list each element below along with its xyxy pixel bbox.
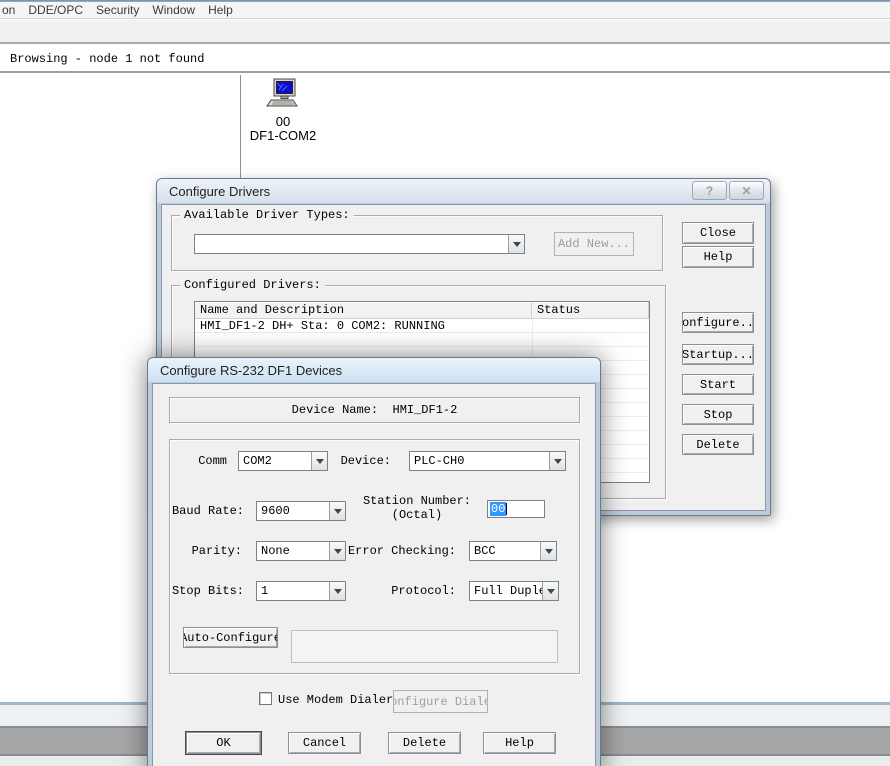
baud-rate-value: 9600 — [257, 502, 329, 520]
error-dropdown[interactable] — [540, 542, 556, 560]
chevron-down-icon — [513, 242, 521, 247]
configure-drivers-titlebar[interactable]: Configure Drivers — [157, 179, 770, 203]
driver-type-value — [195, 235, 508, 253]
comm-dropdown[interactable] — [311, 452, 327, 470]
configure-button[interactable]: Configure... — [682, 312, 754, 333]
column-header-name[interactable]: Name and Description — [195, 302, 532, 318]
network-node-df1-com2[interactable]: 00 DF1-COM2 — [246, 78, 320, 143]
menu-item-window[interactable]: Window — [152, 3, 195, 17]
station-number-selected-text: 00 — [490, 502, 506, 516]
auto-configure-button[interactable]: Auto-Configure — [183, 627, 278, 648]
df1-dialog-titlebar[interactable]: Configure RS-232 DF1 Devices — [148, 358, 600, 382]
stop-button[interactable]: Stop — [682, 404, 754, 425]
browse-status-bar: Browsing - node 1 not found — [0, 46, 890, 73]
df1-devices-dialog: Configure RS-232 DF1 Devices Device Name… — [147, 357, 601, 766]
start-button[interactable]: Start — [682, 374, 754, 395]
error-checking-value: BCC — [470, 542, 540, 560]
driver-type-combobox[interactable] — [194, 234, 525, 254]
use-modem-dialer-label: Use Modem Dialer — [278, 693, 393, 707]
text-caret — [506, 503, 507, 515]
chevron-down-icon — [554, 459, 562, 464]
startup-button[interactable]: Startup... — [682, 344, 754, 365]
app-screen: on DDE/OPC Security Window Help Browsing… — [0, 0, 890, 766]
chevron-down-icon — [334, 549, 342, 554]
stop-bits-dropdown[interactable] — [329, 582, 345, 600]
browse-status-text: Browsing - node 1 not found — [10, 52, 204, 66]
comm-value: COM2 — [239, 452, 311, 470]
parity-dropdown[interactable] — [329, 542, 345, 560]
column-header-status[interactable]: Status — [532, 302, 649, 318]
delete-device-button[interactable]: Delete — [388, 732, 461, 754]
menu-bar: on DDE/OPC Security Window Help — [0, 2, 890, 19]
station-number-label: Station Number: (Octal) — [359, 494, 475, 522]
comm-combobox[interactable]: COM2 — [238, 451, 328, 471]
list-header: Name and Description Status — [195, 302, 649, 319]
workstation-icon — [265, 78, 301, 112]
ok-button[interactable]: OK — [186, 732, 261, 754]
driver-row-name: HMI_DF1-2 DH+ Sta: 0 COM2: RUNNING — [200, 319, 532, 332]
chevron-down-icon — [545, 549, 553, 554]
auto-configure-result-box — [291, 630, 558, 663]
parity-value: None — [257, 542, 329, 560]
chevron-down-icon — [547, 589, 555, 594]
device-name-panel: Device Name: HMI_DF1-2 — [169, 397, 580, 423]
protocol-value: Full Duplex — [470, 582, 542, 600]
baud-rate-combobox[interactable]: 9600 — [256, 501, 346, 521]
menu-item-security[interactable]: Security — [96, 3, 139, 17]
device-combobox[interactable]: PLC-CH0 — [409, 451, 566, 471]
baud-rate-label: Baud Rate: — [172, 504, 244, 518]
configure-dialer-button[interactable]: Configure Dialer — [393, 690, 488, 713]
protocol-label: Protocol: — [391, 584, 456, 598]
available-driver-types-legend: Available Driver Types: — [180, 208, 354, 222]
cancel-button[interactable]: Cancel — [288, 732, 361, 754]
parity-combobox[interactable]: None — [256, 541, 346, 561]
menu-item-dde-opc[interactable]: DDE/OPC — [28, 3, 83, 17]
driver-type-dropdown[interactable] — [508, 235, 524, 253]
parity-label: Parity: — [192, 544, 242, 558]
node-station-label: 00 — [246, 115, 320, 129]
node-name-label: DF1-COM2 — [246, 129, 320, 143]
configured-drivers-legend: Configured Drivers: — [180, 278, 325, 292]
df1-dialog-client: Device Name: HMI_DF1-2 Comm COM2 Device:… — [152, 383, 596, 766]
device-name-text: Device Name: HMI_DF1-2 — [292, 403, 458, 417]
use-modem-dialer-checkbox[interactable] — [259, 692, 272, 705]
delete-driver-button[interactable]: Delete — [682, 434, 754, 455]
device-value: PLC-CH0 — [410, 452, 549, 470]
configure-drivers-title: Configure Drivers — [169, 184, 270, 199]
stop-bits-combobox[interactable]: 1 — [256, 581, 346, 601]
add-new-button[interactable]: Add New... — [554, 232, 634, 256]
error-checking-label: Error Checking: — [348, 544, 456, 558]
device-dropdown[interactable] — [549, 452, 565, 470]
close-button[interactable]: Close — [682, 222, 754, 244]
device-label: Device: — [341, 454, 391, 468]
help-button[interactable]: Help — [682, 246, 754, 268]
protocol-combobox[interactable]: Full Duplex — [469, 581, 559, 601]
stop-bits-value: 1 — [257, 582, 329, 600]
chevron-down-icon — [316, 459, 324, 464]
baud-dropdown[interactable] — [329, 502, 345, 520]
menu-item-help[interactable]: Help — [208, 3, 233, 17]
dialog-help-button[interactable]: ? — [692, 181, 727, 200]
driver-row[interactable]: HMI_DF1-2 DH+ Sta: 0 COM2: RUNNING — [195, 319, 649, 332]
chevron-down-icon — [334, 509, 342, 514]
comm-label: Comm — [198, 454, 227, 468]
help-device-button[interactable]: Help — [483, 732, 556, 754]
menu-item-communications-partial[interactable]: on — [2, 3, 15, 17]
protocol-dropdown[interactable] — [542, 582, 558, 600]
chevron-down-icon — [334, 589, 342, 594]
stop-bits-label: Stop Bits: — [172, 584, 244, 598]
station-number-input[interactable]: 00 — [487, 500, 545, 518]
df1-dialog-title: Configure RS-232 DF1 Devices — [160, 363, 342, 378]
error-checking-combobox[interactable]: BCC — [469, 541, 557, 561]
toolbar-strip — [0, 20, 890, 44]
dialog-close-button[interactable]: ✕ — [729, 181, 764, 200]
